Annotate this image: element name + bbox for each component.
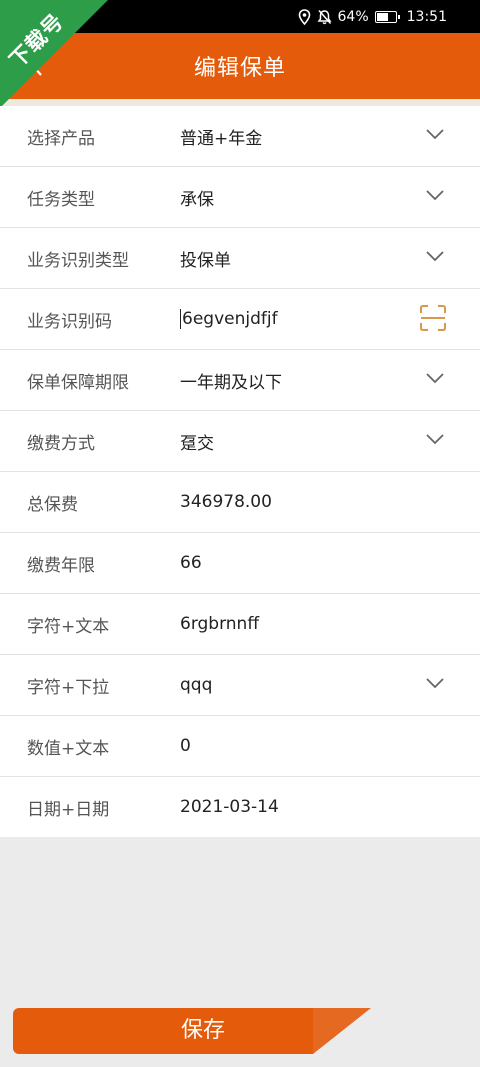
policy-form: 选择产品 普通+年金 任务类型 承保 业务识别类型 投保单 业务识别码 6egv… bbox=[0, 106, 480, 837]
field-input[interactable]: 66 bbox=[180, 553, 202, 573]
field-label: 业务识别码 bbox=[27, 311, 112, 332]
field-label: 字符+下拉 bbox=[27, 677, 110, 698]
battery-icon bbox=[374, 10, 400, 23]
field-value: 普通+年金 bbox=[180, 128, 263, 149]
field-label: 业务识别类型 bbox=[27, 250, 129, 271]
field-value: 投保单 bbox=[180, 250, 231, 271]
field-number-text[interactable]: 数值+文本 0 bbox=[0, 716, 480, 777]
field-value: 趸交 bbox=[180, 433, 214, 454]
save-button-label: 保存 bbox=[180, 1018, 226, 1043]
text-cursor bbox=[180, 309, 181, 329]
field-payment-method[interactable]: 缴费方式 趸交 bbox=[0, 411, 480, 472]
field-value: qqq bbox=[180, 675, 213, 695]
chevron-down-icon[interactable] bbox=[426, 128, 444, 140]
chevron-down-icon[interactable] bbox=[426, 433, 444, 445]
field-label: 字符+文本 bbox=[27, 616, 110, 637]
chevron-down-icon[interactable] bbox=[426, 189, 444, 201]
clock: 13:51 bbox=[406, 8, 447, 25]
location-icon bbox=[298, 8, 310, 25]
field-input-value: 6egvenjdfjf bbox=[182, 309, 278, 329]
chevron-down-icon[interactable] bbox=[426, 677, 444, 689]
field-label: 缴费年限 bbox=[27, 555, 95, 576]
field-task-type[interactable]: 任务类型 承保 bbox=[0, 167, 480, 228]
mute-bell-icon bbox=[317, 9, 332, 24]
field-label: 数值+文本 bbox=[27, 738, 110, 759]
field-value: 一年期及以下 bbox=[180, 372, 282, 393]
battery-percent: 64% bbox=[337, 8, 369, 25]
field-payment-years[interactable]: 缴费年限 66 bbox=[0, 533, 480, 594]
field-char-text[interactable]: 字符+文本 6rgbrnnff bbox=[0, 594, 480, 655]
field-label: 缴费方式 bbox=[27, 433, 95, 454]
chevron-down-icon[interactable] bbox=[426, 250, 444, 262]
field-input[interactable]: 6egvenjdfjf bbox=[180, 309, 278, 329]
field-date-value[interactable]: 2021-03-14 bbox=[180, 797, 279, 817]
field-input[interactable]: 0 bbox=[180, 736, 191, 756]
field-label: 选择产品 bbox=[27, 128, 95, 149]
field-label: 日期+日期 bbox=[27, 799, 110, 820]
field-product[interactable]: 选择产品 普通+年金 bbox=[0, 106, 480, 167]
field-total-premium[interactable]: 总保费 346978.00 bbox=[0, 472, 480, 533]
scan-icon[interactable] bbox=[419, 304, 447, 332]
field-value: 承保 bbox=[180, 189, 214, 210]
field-label: 保单保障期限 bbox=[27, 372, 129, 393]
field-char-dropdown[interactable]: 字符+下拉 qqq bbox=[0, 655, 480, 716]
field-label: 任务类型 bbox=[27, 189, 95, 210]
field-label: 总保费 bbox=[27, 494, 78, 515]
field-business-id-type[interactable]: 业务识别类型 投保单 bbox=[0, 228, 480, 289]
field-business-id-code[interactable]: 业务识别码 6egvenjdfjf bbox=[0, 289, 480, 350]
field-coverage-period[interactable]: 保单保障期限 一年期及以下 bbox=[0, 350, 480, 411]
field-input[interactable]: 6rgbrnnff bbox=[180, 614, 259, 634]
save-button[interactable]: 保存 bbox=[13, 1008, 371, 1054]
field-date[interactable]: 日期+日期 2021-03-14 bbox=[0, 777, 480, 837]
chevron-down-icon[interactable] bbox=[426, 372, 444, 384]
field-input[interactable]: 346978.00 bbox=[180, 492, 272, 512]
